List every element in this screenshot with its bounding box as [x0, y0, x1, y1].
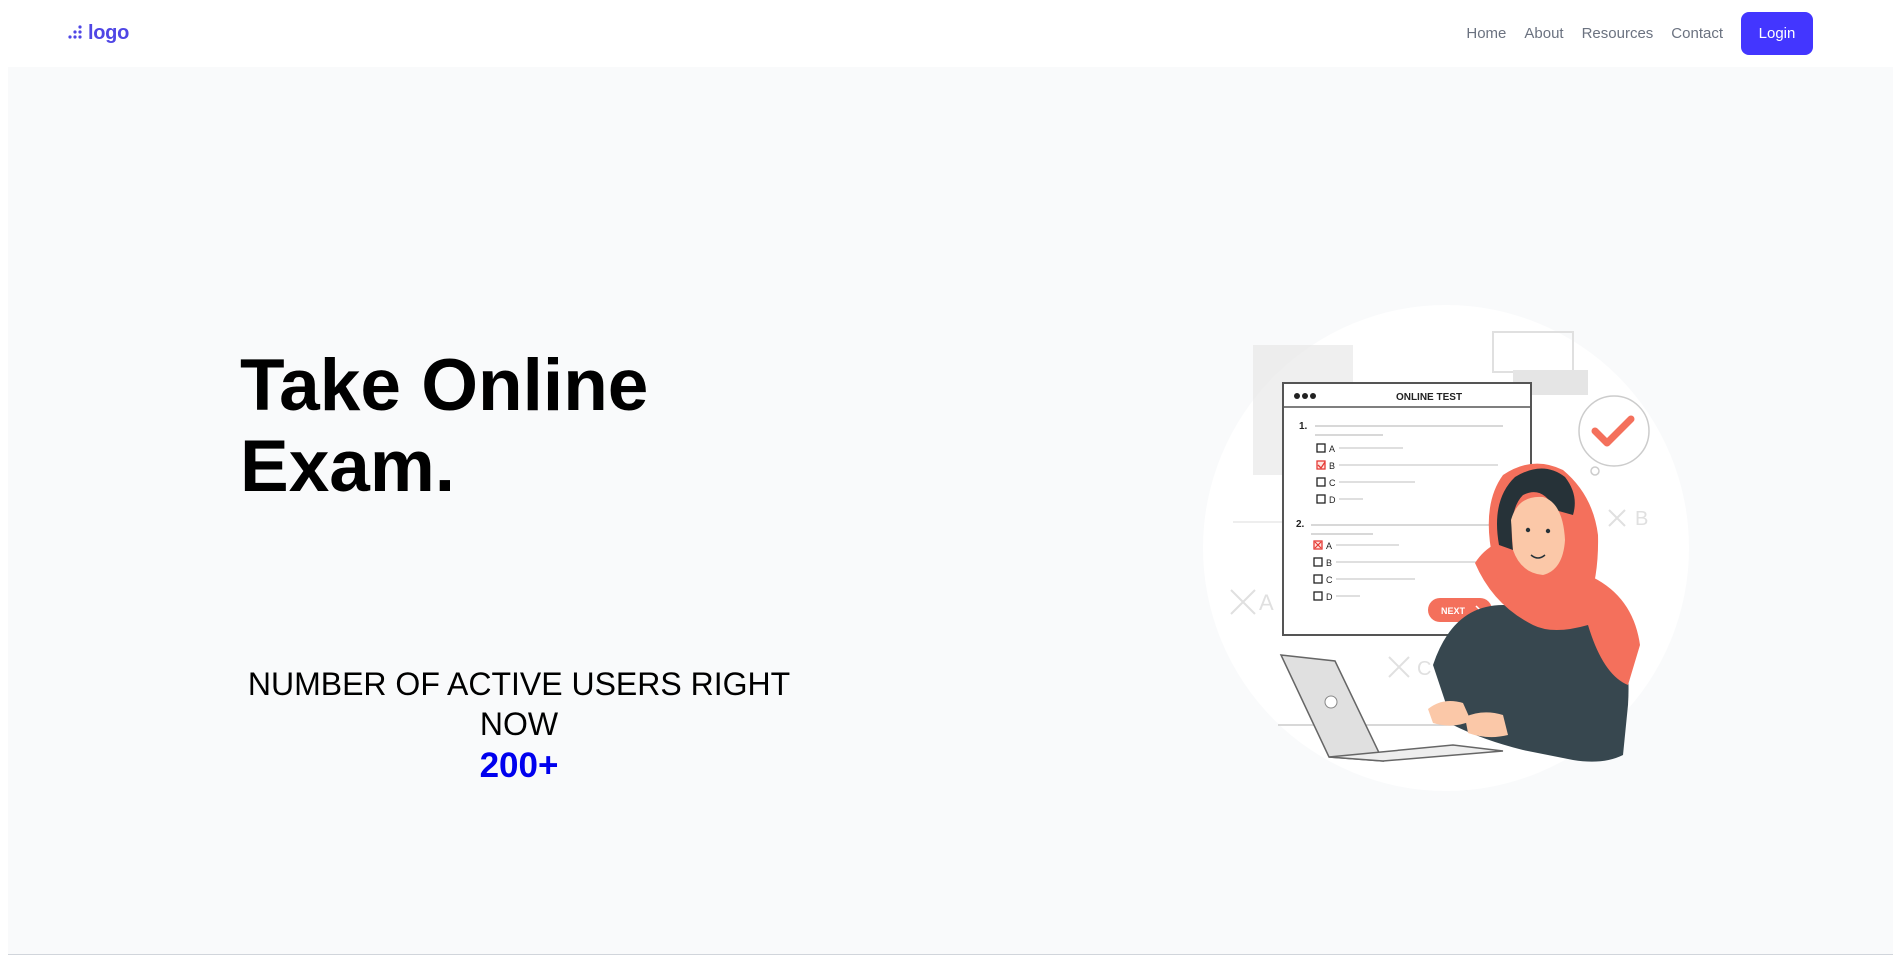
hero-title-line1: Take Online [240, 345, 649, 426]
navbar: logo Home About Resources Contact Login [0, 0, 1893, 66]
nav-link-resources[interactable]: Resources [1582, 25, 1654, 42]
bg-letter-a: A [1259, 590, 1274, 615]
online-exam-illustration: A C B ONLINE TEST 1. A B C D 2. A B C D … [1203, 305, 1689, 791]
check-badge [1578, 395, 1650, 467]
nav-link-home[interactable]: Home [1466, 25, 1506, 42]
active-users-stats: NUMBER OF ACTIVE USERS RIGHT NOW 200+ [208, 664, 830, 788]
q1-option-a: A [1329, 444, 1335, 454]
active-users-label: NUMBER OF ACTIVE USERS RIGHT NOW [247, 666, 791, 742]
nav-link-about[interactable]: About [1524, 25, 1563, 42]
q2-option-a: A [1326, 541, 1332, 551]
question-1-number: 1. [1299, 421, 1308, 432]
hero-title-line2: Exam. [240, 426, 456, 507]
q2-option-b: B [1326, 558, 1332, 568]
logo-text: logo [88, 21, 130, 44]
next-label: NEXT [1441, 606, 1466, 616]
bg-letter-b: B [1635, 508, 1648, 530]
hero-title: Take Online Exam. [240, 345, 648, 507]
question-2-number: 2. [1296, 519, 1305, 530]
q1-option-c: C [1329, 478, 1336, 488]
q2-option-c: C [1326, 575, 1333, 585]
logo[interactable]: logo [66, 22, 129, 45]
active-users-count: 200+ [479, 746, 559, 785]
login-button[interactable]: Login [1741, 11, 1813, 55]
q2-option-d: D [1326, 592, 1333, 602]
nav-links: Home About Resources Contact Login [1466, 11, 1813, 55]
test-title: ONLINE TEST [1396, 392, 1462, 403]
q1-option-d: D [1329, 495, 1336, 505]
bg-letter-c: C [1417, 658, 1431, 680]
q1-option-b: B [1329, 461, 1335, 471]
right-hand [1465, 712, 1508, 738]
logo-dots-icon [68, 25, 82, 39]
nav-link-contact[interactable]: Contact [1671, 25, 1723, 42]
